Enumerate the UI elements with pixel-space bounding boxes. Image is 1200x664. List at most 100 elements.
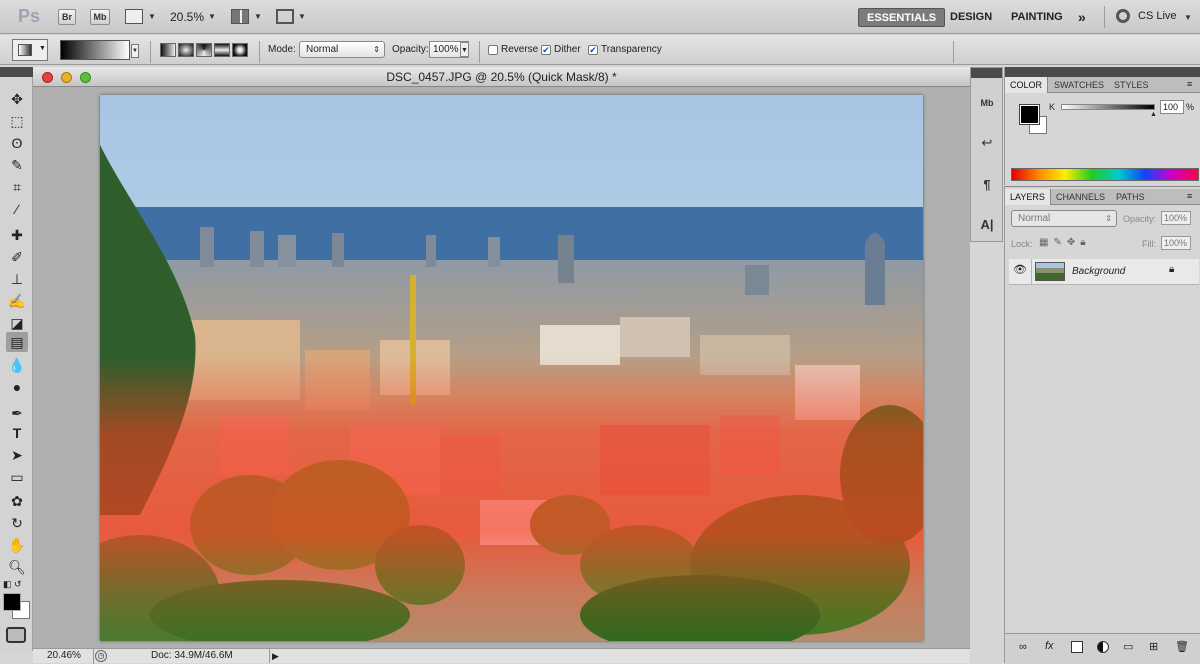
lasso-tool-icon[interactable]: ʘ <box>6 133 28 153</box>
application-bar: Ps Br Mb ▼ 20.5% ▼ ▼ ▼ ESSENTIALS DESIGN… <box>0 0 1200 34</box>
crop-tool-icon[interactable]: ⌗ <box>6 177 28 197</box>
color-spectrum-ramp[interactable] <box>1011 168 1199 181</box>
quick-select-tool-icon[interactable]: ✎ <box>6 155 28 175</box>
k-value-field[interactable]: 100 <box>1160 100 1184 114</box>
panel-menu-icon[interactable]: ≡ <box>1187 79 1192 89</box>
layer-opacity-field[interactable]: 100% <box>1161 211 1191 225</box>
gradient-tool-icon[interactable]: ▤ <box>6 332 28 352</box>
layer-blend-mode-select[interactable]: Normal ⇕ <box>1011 210 1117 227</box>
reverse-checkbox[interactable] <box>488 45 498 55</box>
cs-live-icon <box>1116 9 1130 23</box>
dither-checkbox[interactable]: ✔ <box>541 45 551 55</box>
diamond-gradient-icon[interactable] <box>232 43 248 57</box>
panel-menu-icon[interactable]: ≡ <box>1187 191 1192 201</box>
status-info-icon[interactable]: ◷ <box>95 650 107 662</box>
divider <box>1104 6 1105 28</box>
tab-layers[interactable]: LAYERS <box>1005 189 1051 205</box>
shape-tool-icon[interactable]: ▭ <box>6 467 28 487</box>
workspace-painting[interactable]: PAINTING <box>1003 8 1071 27</box>
hand-tool-icon[interactable]: ✋ <box>6 535 28 555</box>
eyedropper-tool-icon[interactable]: ⁄ <box>6 199 28 219</box>
clone-stamp-tool-icon[interactable]: ⊥ <box>6 269 28 289</box>
chevron-down-icon[interactable]: ▼ <box>1184 13 1192 22</box>
chevron-down-icon[interactable]: ▼ <box>208 12 216 21</box>
foreground-color-swatch[interactable] <box>3 593 21 611</box>
divider <box>259 41 260 63</box>
dodge-tool-icon[interactable]: ● <box>6 377 28 397</box>
workspace-essentials[interactable]: ESSENTIALS <box>858 8 946 27</box>
eraser-tool-icon[interactable]: ◪ <box>6 313 28 333</box>
gradient-picker-toggle[interactable]: ▼ <box>131 44 139 58</box>
layers-footer: ∞ fx ▭ ⊞ 🗑︎ <box>1005 633 1200 664</box>
tab-channels[interactable]: CHANNELS <box>1051 189 1110 205</box>
radial-gradient-icon[interactable] <box>178 43 194 57</box>
mini-bridge-button[interactable]: Mb <box>90 9 110 25</box>
chevron-down-icon[interactable]: ▼ <box>298 12 306 21</box>
lock-icons[interactable]: ▦✎✥🔒︎ <box>1039 237 1091 248</box>
k-slider[interactable] <box>1061 104 1155 110</box>
transparency-checkbox[interactable]: ✔ <box>588 45 598 55</box>
layer-name[interactable]: Background <box>1072 266 1125 277</box>
zoom-level-select[interactable]: 20.5% <box>170 10 204 24</box>
healing-brush-tool-icon[interactable]: ✚ <box>6 225 28 245</box>
foreground-color-box[interactable] <box>1019 104 1040 125</box>
history-panel-icon[interactable]: ↩ <box>975 132 999 154</box>
panel-header[interactable] <box>1005 67 1200 77</box>
tool-preset-picker[interactable]: ▼ <box>12 39 48 61</box>
move-tool-icon[interactable]: ✥ <box>6 89 28 109</box>
new-layer-icon[interactable]: ⊞ <box>1149 640 1158 653</box>
layer-row[interactable]: 👁︎ Background 🔒︎ <box>1009 259 1199 285</box>
paragraph-panel-icon[interactable]: ¶ <box>975 174 999 196</box>
reflected-gradient-icon[interactable] <box>214 43 230 57</box>
mini-bridge-panel-icon[interactable]: Mb <box>975 92 999 114</box>
tab-paths[interactable]: PATHS <box>1111 189 1150 205</box>
add-mask-icon[interactable] <box>1071 641 1083 653</box>
3d-rotate-tool-icon[interactable]: ✿ <box>6 491 28 511</box>
more-workspaces-button[interactable]: » <box>1070 8 1094 27</box>
image-canvas[interactable] <box>100 95 923 641</box>
blend-mode-select[interactable]: Normal ⇕ <box>299 41 385 58</box>
tab-styles[interactable]: STYLES <box>1109 77 1154 93</box>
3d-orbit-tool-icon[interactable]: ↻ <box>6 513 28 533</box>
tab-swatches[interactable]: SWATCHES <box>1049 77 1109 93</box>
blur-tool-icon[interactable]: 💧 <box>6 355 28 375</box>
layer-opacity-label: Opacity: <box>1123 214 1157 224</box>
linear-gradient-icon[interactable] <box>160 43 176 57</box>
arrange-documents-icon[interactable] <box>231 9 249 24</box>
link-layers-icon[interactable]: ∞ <box>1019 641 1027 653</box>
quick-mask-icon[interactable] <box>6 627 26 643</box>
panel-header[interactable] <box>971 68 1002 78</box>
adjustment-layer-icon[interactable] <box>1097 641 1109 653</box>
trash-icon[interactable]: 🗑︎ <box>1175 640 1189 653</box>
workspace-design[interactable]: DESIGN <box>942 8 1000 27</box>
layer-blend-mode-value: Normal <box>1018 213 1051 224</box>
slider-thumb-icon[interactable]: ▲ <box>1150 111 1157 118</box>
marquee-tool-icon[interactable]: ⬚ <box>6 111 28 131</box>
brush-tool-icon[interactable]: ✐ <box>6 247 28 267</box>
gradient-preview[interactable] <box>60 40 130 60</box>
chevron-down-icon[interactable]: ▼ <box>148 12 156 21</box>
type-tool-icon[interactable]: T <box>6 423 28 443</box>
default-colors-icon[interactable]: ◧ ↺ <box>3 579 22 590</box>
view-extras-icon[interactable] <box>125 9 143 24</box>
zoom-tool-icon[interactable]: 🔍︎ <box>6 557 28 577</box>
new-group-icon[interactable]: ▭ <box>1123 640 1133 653</box>
tab-color[interactable]: COLOR <box>1005 77 1049 93</box>
eye-visibility-icon[interactable]: 👁︎ <box>1013 263 1027 276</box>
layer-style-icon[interactable]: fx <box>1045 640 1054 652</box>
panel-header[interactable] <box>0 67 33 77</box>
chevron-down-icon[interactable]: ▼ <box>254 12 262 21</box>
history-brush-tool-icon[interactable]: ✍ <box>6 291 28 311</box>
status-zoom[interactable]: 20.46% <box>47 650 81 661</box>
pen-tool-icon[interactable]: ✒ <box>6 403 28 423</box>
k-unit-label: % <box>1186 102 1195 112</box>
cs-live-button[interactable]: CS Live <box>1138 10 1177 22</box>
path-select-tool-icon[interactable]: ➤ <box>6 445 28 465</box>
status-menu-arrow-icon[interactable]: ▶ <box>269 649 281 663</box>
fill-field[interactable]: 100% <box>1161 236 1191 250</box>
bridge-button[interactable]: Br <box>58 9 76 25</box>
screen-mode-icon[interactable] <box>276 9 294 24</box>
opacity-slider-toggle[interactable]: ▼ <box>460 42 469 57</box>
character-panel-icon[interactable]: A| <box>975 214 999 236</box>
angle-gradient-icon[interactable] <box>196 43 212 57</box>
